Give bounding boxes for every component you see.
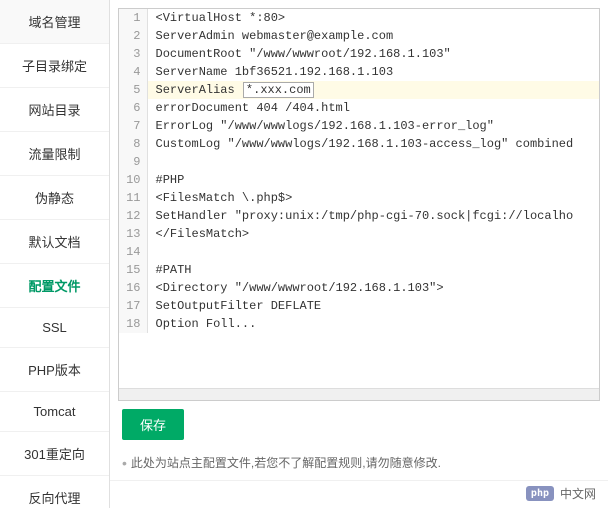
sidebar-item-网站目录[interactable]: 网站目录	[0, 88, 109, 132]
code-editor: 1<VirtualHost *:80>2 ServerAdmin webmast…	[118, 8, 600, 401]
code-table: 1<VirtualHost *:80>2 ServerAdmin webmast…	[119, 9, 599, 333]
line-number: 6	[119, 99, 147, 117]
notice-dot: •	[122, 454, 127, 472]
line-number: 1	[119, 9, 147, 27]
sidebar-item-反向代理[interactable]: 反向代理	[0, 476, 109, 508]
sidebar-item-配置文件[interactable]: 配置文件	[0, 264, 109, 308]
line-number: 5	[119, 81, 147, 99]
sidebar: 域名管理子目录绑定网站目录流量限制伪静态默认文档配置文件SSLPHP版本Tomc…	[0, 0, 110, 508]
line-code: <FilesMatch \.php$>	[147, 189, 599, 207]
sidebar-item-伪静态[interactable]: 伪静态	[0, 176, 109, 220]
line-code: #PHP	[147, 171, 599, 189]
line-code: </FilesMatch>	[147, 225, 599, 243]
table-row: 18 Option Foll...	[119, 315, 599, 333]
table-row: 2 ServerAdmin webmaster@example.com	[119, 27, 599, 45]
line-number: 4	[119, 63, 147, 81]
table-row: 6 errorDocument 404 /404.html	[119, 99, 599, 117]
footer-site-label: 中文网	[560, 485, 596, 502]
line-number: 13	[119, 225, 147, 243]
table-row: 5 ServerAlias *.xxx.com	[119, 81, 599, 99]
table-row: 1<VirtualHost *:80>	[119, 9, 599, 27]
table-row: 14	[119, 243, 599, 261]
table-row: 17 SetOutputFilter DEFLATE	[119, 297, 599, 315]
line-number: 17	[119, 297, 147, 315]
line-code: <Directory "/www/wwwroot/192.168.1.103">	[147, 279, 599, 297]
table-row: 12 SetHandler "proxy:unix:/tmp/php-cgi-7…	[119, 207, 599, 225]
table-row: 16 <Directory "/www/wwwroot/192.168.1.10…	[119, 279, 599, 297]
save-button[interactable]: 保存	[122, 409, 184, 440]
sidebar-item-Tomcat[interactable]: Tomcat	[0, 392, 109, 432]
horizontal-scrollbar[interactable]	[119, 388, 599, 400]
line-number: 14	[119, 243, 147, 261]
line-number: 10	[119, 171, 147, 189]
line-number: 11	[119, 189, 147, 207]
line-number: 7	[119, 117, 147, 135]
line-code: ServerName 1bf36521.192.168.1.103	[147, 63, 599, 81]
line-number: 9	[119, 153, 147, 171]
line-code: SetHandler "proxy:unix:/tmp/php-cgi-70.s…	[147, 207, 599, 225]
line-code: DocumentRoot "/www/wwwroot/192.168.1.103…	[147, 45, 599, 63]
sidebar-item-301重定向[interactable]: 301重定向	[0, 432, 109, 476]
server-alias-box: *.xxx.com	[243, 82, 314, 98]
footer: php 中文网	[110, 480, 608, 508]
notice-text: 此处为站点主配置文件,若您不了解配置规则,请勿随意修改.	[131, 454, 441, 471]
line-code: ErrorLog "/www/wwwlogs/192.168.1.103-err…	[147, 117, 599, 135]
line-code: Option Foll...	[147, 315, 599, 333]
line-number: 15	[119, 261, 147, 279]
line-code	[147, 243, 599, 261]
sidebar-item-域名管理[interactable]: 域名管理	[0, 0, 109, 44]
line-code: ServerAlias *.xxx.com	[147, 81, 599, 99]
sidebar-item-SSL[interactable]: SSL	[0, 308, 109, 348]
code-scroll[interactable]: 1<VirtualHost *:80>2 ServerAdmin webmast…	[119, 9, 599, 388]
line-number: 2	[119, 27, 147, 45]
table-row: 10 #PHP	[119, 171, 599, 189]
line-number: 8	[119, 135, 147, 153]
table-row: 4 ServerName 1bf36521.192.168.1.103	[119, 63, 599, 81]
table-row: 11 <FilesMatch \.php$>	[119, 189, 599, 207]
line-code: #PATH	[147, 261, 599, 279]
php-badge: php	[526, 486, 554, 501]
sidebar-item-PHP版本[interactable]: PHP版本	[0, 348, 109, 392]
line-code: errorDocument 404 /404.html	[147, 99, 599, 117]
line-code	[147, 153, 599, 171]
line-code: <VirtualHost *:80>	[147, 9, 599, 27]
main-content: 1<VirtualHost *:80>2 ServerAdmin webmast…	[110, 0, 608, 508]
sidebar-item-默认文档[interactable]: 默认文档	[0, 220, 109, 264]
table-row: 3 DocumentRoot "/www/wwwroot/192.168.1.1…	[119, 45, 599, 63]
table-row: 13 </FilesMatch>	[119, 225, 599, 243]
sidebar-item-流量限制[interactable]: 流量限制	[0, 132, 109, 176]
table-row: 9	[119, 153, 599, 171]
line-number: 3	[119, 45, 147, 63]
table-row: 15 #PATH	[119, 261, 599, 279]
bottom-bar: 保存	[110, 401, 608, 448]
sidebar-item-子目录绑定[interactable]: 子目录绑定	[0, 44, 109, 88]
line-number: 12	[119, 207, 147, 225]
line-code: CustomLog "/www/wwwlogs/192.168.1.103-ac…	[147, 135, 599, 153]
table-row: 7 ErrorLog "/www/wwwlogs/192.168.1.103-e…	[119, 117, 599, 135]
php-label: php	[531, 488, 549, 499]
line-code: SetOutputFilter DEFLATE	[147, 297, 599, 315]
line-number: 18	[119, 315, 147, 333]
line-number: 16	[119, 279, 147, 297]
line-code: ServerAdmin webmaster@example.com	[147, 27, 599, 45]
table-row: 8 CustomLog "/www/wwwlogs/192.168.1.103-…	[119, 135, 599, 153]
notice-bar: • 此处为站点主配置文件,若您不了解配置规则,请勿随意修改.	[110, 448, 608, 480]
